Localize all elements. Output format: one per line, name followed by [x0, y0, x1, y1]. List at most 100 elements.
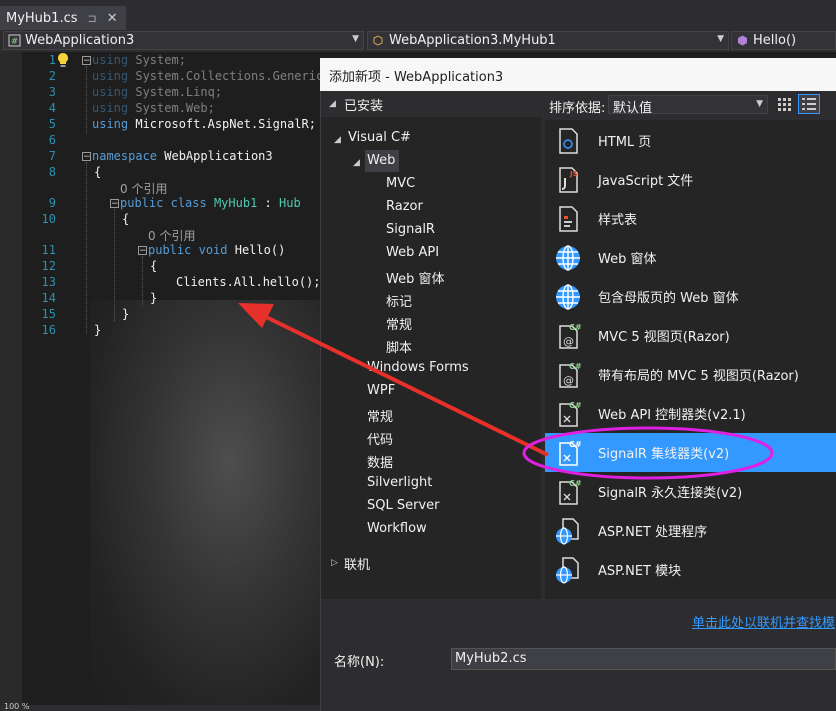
code-line: using System.Web; [92, 101, 215, 115]
tree-node-code[interactable]: 代码 [367, 429, 393, 448]
member-dropdown[interactable]: Hello() [731, 31, 836, 50]
sort-dropdown[interactable]: 默认值 ▼ [608, 95, 768, 116]
code-line: { [122, 212, 130, 226]
globe-file-icon [556, 517, 579, 545]
pin-icon[interactable]: ⊐ [88, 12, 97, 25]
line-number: 3 [48, 85, 56, 99]
collapse-toggle[interactable]: − [82, 152, 91, 162]
template-item-signalr-hub[interactable]: C# SignalR 集线器类(v2) [545, 433, 836, 472]
triangle-down-icon[interactable]: ◢ [334, 135, 341, 145]
template-item-javascript-file[interactable]: JS JavaScript 文件 [545, 160, 836, 199]
lightbulb-icon[interactable] [56, 52, 70, 68]
outline-guide [142, 256, 143, 306]
list-view-icon[interactable] [798, 94, 820, 114]
tree-node-web[interactable]: Web [367, 153, 395, 168]
stylesheet-file-icon [559, 205, 578, 232]
navigation-bar: # WebApplication3 ▼ WebApplication3.MyHu… [0, 30, 836, 53]
line-number: 7 [48, 149, 56, 163]
installed-header[interactable]: ◢ 已安装 [321, 91, 541, 117]
reference-count[interactable]: 0 个引用 [148, 227, 195, 244]
online-search-link[interactable]: 单击此处以联机并查找模 [692, 612, 835, 631]
project-dropdown[interactable]: # WebApplication3 ▼ [3, 31, 364, 50]
code-line: { [150, 259, 158, 273]
globe-file-icon [556, 556, 579, 584]
zoom-level[interactable]: 100 % [4, 703, 29, 711]
template-item-web-api-controller[interactable]: C# Web API 控制器类(v2.1) [545, 394, 836, 433]
collapse-toggle[interactable]: − [138, 246, 147, 256]
code-line: using System.Collections.Generic [92, 69, 324, 83]
tree-node-sql-server[interactable]: SQL Server [367, 498, 440, 513]
class-name: WebApplication3.MyHub1 [389, 33, 556, 48]
project-name: WebApplication3 [25, 33, 135, 48]
name-label: 名称(N): [334, 655, 385, 670]
line-number: 2 [48, 69, 56, 83]
code-line: namespace WebApplication3 [92, 149, 273, 163]
razor-view-icon: C# @ [559, 323, 582, 349]
javascript-file-icon: JS [559, 166, 578, 193]
tree-node-markup[interactable]: 标记 [386, 291, 412, 310]
tree-node-mvc[interactable]: MVC [386, 176, 415, 191]
dialog-title: 添加新项 - WebApplication3 [329, 70, 504, 85]
tree-node-razor[interactable]: Razor [386, 199, 423, 214]
close-icon[interactable]: ✕ [107, 11, 118, 26]
tree-node-windows-forms[interactable]: Windows Forms [367, 360, 469, 375]
triangle-down-icon[interactable]: ◢ [353, 158, 360, 168]
dialog-title-bar[interactable]: 添加新项 - WebApplication3 [320, 58, 836, 91]
tree-node-general[interactable]: 常规 [386, 314, 412, 333]
tree-node-silverlight[interactable]: Silverlight [367, 475, 432, 490]
line-number: 14 [41, 291, 56, 305]
template-item-mvc5-view[interactable]: C# @ MVC 5 视图页(Razor) [545, 316, 836, 355]
template-item-web-form-master[interactable]: 包含母版页的 Web 窗体 [545, 277, 836, 316]
svg-text:JS: JS [569, 170, 578, 178]
code-line: public void Hello() [148, 243, 286, 257]
template-item-aspnet-handler[interactable]: ASP.NET 处理程序 [545, 511, 836, 550]
svg-text:#: # [11, 37, 19, 47]
line-number: 9 [48, 196, 56, 210]
template-item-signalr-persistent[interactable]: C# SignalR 永久连接类(v2) [545, 472, 836, 511]
tree-node-visual-csharp[interactable]: Visual C# [348, 130, 411, 145]
template-item-aspnet-module[interactable]: ASP.NET 模块 [545, 550, 836, 589]
chevron-down-icon: ▼ [756, 99, 763, 109]
code-line: using Microsoft.AspNet.SignalR; [92, 117, 316, 131]
tree-node-workflow[interactable]: Workflow [367, 521, 427, 536]
class-dropdown[interactable]: WebApplication3.MyHub1 ▼ [367, 31, 729, 50]
tree-node-script[interactable]: 脚本 [386, 337, 412, 356]
svg-text:C#: C# [569, 479, 582, 488]
code-line: } [94, 323, 102, 337]
tree-node-online[interactable]: 联机 [344, 554, 370, 573]
collapse-toggle[interactable]: − [110, 199, 119, 209]
method-icon [738, 35, 747, 46]
tree-node-general[interactable]: 常规 [367, 406, 393, 425]
document-tab[interactable]: MyHub1.cs ⊐ ✕ [0, 6, 126, 30]
reference-count[interactable]: 0 个引用 [120, 180, 167, 197]
line-number: 4 [48, 101, 56, 115]
template-item-html-page[interactable]: HTML 页 [545, 121, 836, 160]
sort-label: 排序依据: [549, 101, 606, 116]
tree-node-web-api[interactable]: Web API [386, 245, 439, 260]
template-item-web-form[interactable]: Web 窗体 [545, 238, 836, 277]
code-line: using System; [92, 53, 186, 67]
editor-status-bar: 100 % [0, 703, 320, 711]
name-input[interactable]: MyHub2.cs [451, 648, 836, 670]
svg-text:C#: C# [569, 401, 582, 410]
template-item-stylesheet[interactable]: 样式表 [545, 199, 836, 238]
chevron-down-icon: ▼ [717, 34, 724, 44]
html-file-icon [559, 127, 578, 154]
code-line: using System.Linq; [92, 85, 223, 99]
collapse-toggle[interactable]: − [82, 56, 91, 66]
template-item-mvc5-view-layout[interactable]: C# @ 带有布局的 MVC 5 视图页(Razor) [545, 355, 836, 394]
svg-text:C#: C# [569, 362, 582, 371]
small-icons-view-icon[interactable] [776, 96, 792, 112]
code-line: } [122, 307, 130, 321]
csharp-class-file-icon: C# [559, 401, 582, 427]
line-number: 6 [48, 133, 56, 147]
background-blur [90, 300, 322, 707]
line-number: 11 [41, 243, 56, 257]
tree-node-web-forms[interactable]: Web 窗体 [386, 268, 444, 287]
tree-node-signalr[interactable]: SignalR [386, 222, 435, 237]
tab-title: MyHub1.cs [6, 10, 78, 26]
tree-node-wpf[interactable]: WPF [367, 383, 395, 398]
triangle-right-icon[interactable]: ▷ [331, 558, 338, 568]
tree-node-data[interactable]: 数据 [367, 452, 393, 471]
line-number: 8 [48, 165, 56, 179]
